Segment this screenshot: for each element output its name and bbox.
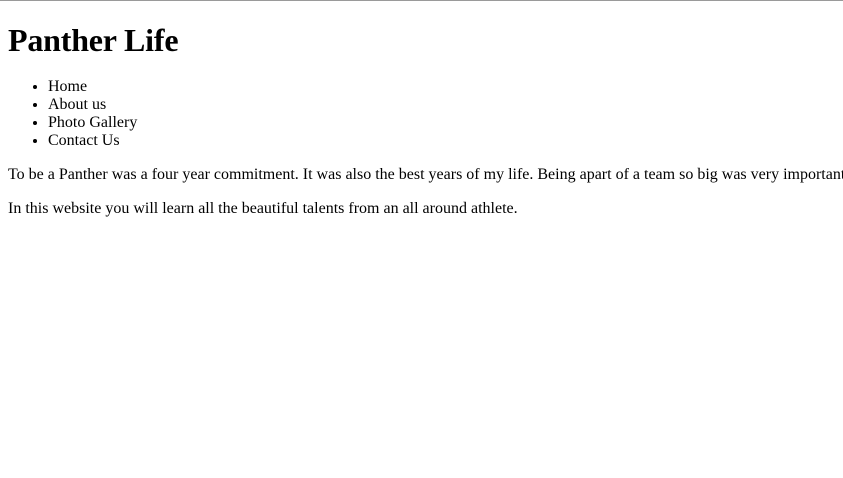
nav-link-about-us[interactable]: About us: [48, 96, 106, 113]
intro-paragraph: To be a Panther was a four year commitme…: [8, 166, 843, 183]
nav-item-home: Home: [48, 78, 843, 96]
summary-paragraph: In this website you will learn all the b…: [8, 200, 518, 217]
nav-list: Home About us Photo Gallery Contact Us: [8, 78, 843, 150]
nav-link-contact-us[interactable]: Contact Us: [48, 132, 120, 149]
page-title: Panther Life: [8, 22, 179, 58]
page-content: Panther Life Home About us Photo Gallery…: [8, 22, 843, 218]
nav-link-home[interactable]: Home: [48, 78, 87, 95]
nav-link-photo-gallery[interactable]: Photo Gallery: [48, 114, 137, 131]
nav-item-photo-gallery: Photo Gallery: [48, 114, 843, 132]
nav-item-about-us: About us: [48, 96, 843, 114]
top-border: [0, 0, 843, 1]
nav-item-contact-us: Contact Us: [48, 132, 843, 150]
